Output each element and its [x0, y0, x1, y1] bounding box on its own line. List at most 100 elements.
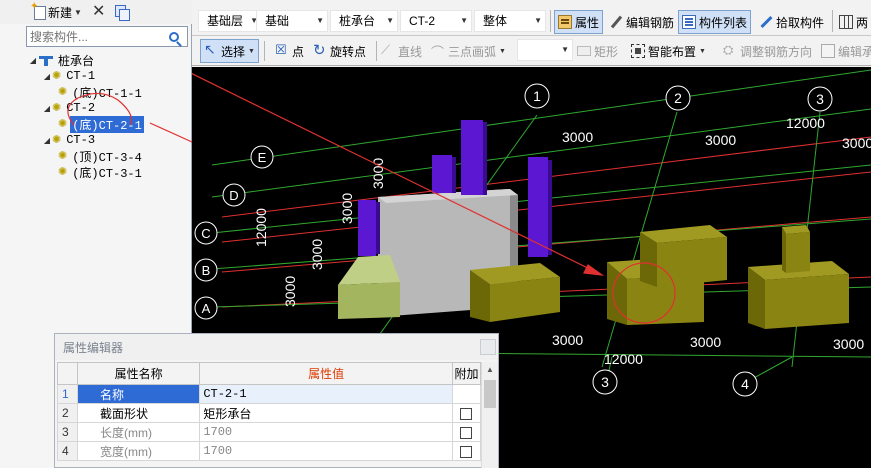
tree-node-ct-3[interactable]: ◢ ✺ CT-3 [42, 132, 97, 148]
axis-bubble-3-bottom: 3 [592, 369, 618, 395]
arc-button[interactable]: 三点画弧 ▼ [428, 39, 509, 63]
category-select-value: 基础 [265, 14, 290, 28]
delete-button[interactable]: ✕ [90, 2, 107, 22]
floor-select[interactable]: 基础层 ▼ [198, 10, 262, 32]
grid-button-label: 两 [856, 15, 869, 30]
edit-pen-icon [609, 15, 623, 29]
component-list-button[interactable]: 构件列表 [678, 10, 752, 34]
dim-label: 12000 [253, 208, 269, 247]
table-row[interactable]: 2 截面形状 矩形承台 [56, 403, 482, 423]
collapse-icon[interactable]: ◢ [28, 56, 38, 65]
edit-rebar-label: 编辑钢筋 [626, 15, 675, 30]
chevron-down-icon: ▼ [561, 45, 569, 54]
row-index: 3 [56, 422, 79, 442]
component-select-value: CT-2 [409, 14, 436, 28]
point-label: 点 [292, 44, 305, 59]
search-input[interactable] [27, 27, 163, 46]
extra-checkbox[interactable] [460, 407, 473, 420]
arc-param-select[interactable]: ▼ [517, 39, 573, 61]
tree-leaf-ct-2-1[interactable]: ✺ (底)CT-2-1 [58, 115, 144, 133]
axis-bubble-4: 4 [732, 371, 758, 397]
property-extra [451, 384, 482, 404]
new-button[interactable]: 新建 ▼ [30, 1, 84, 22]
property-value[interactable]: 1700 [199, 441, 453, 461]
select-label: 选择 [221, 44, 246, 59]
toolbar-divider [376, 41, 377, 61]
dim-label: 12000 [604, 351, 643, 367]
chevron-down-icon: ▼ [460, 16, 468, 25]
adjust-rebar-direction-button[interactable]: 调整钢筋方向 [720, 39, 815, 63]
smart-layout-button[interactable]: 智能布置 ▼ [628, 39, 709, 63]
tree-root[interactable]: ◢ 桩承台 [28, 52, 94, 68]
select-button[interactable]: 选择 ▼ [200, 39, 259, 63]
dim-label: 3000 [690, 334, 721, 350]
axis-bubble-1-label: 1 [533, 88, 541, 104]
component-select[interactable]: CT-2 ▼ [400, 10, 472, 32]
tree-node-ct-2[interactable]: ◢ ✺ CT-2 [42, 100, 97, 116]
pick-component-button[interactable]: 拾取构件 [756, 10, 827, 34]
property-editor-titlebar[interactable]: 属性编辑器 [55, 334, 498, 360]
axis-bubble-a: A [194, 296, 218, 320]
smart-layout-label: 智能布置 [648, 44, 697, 59]
component-gear-icon: ✺ [58, 165, 68, 178]
tree-leaf-ct-3-4[interactable]: ✺ (顶)CT-3-4 [58, 148, 144, 165]
pile[interactable] [528, 157, 552, 257]
adjust-icon [723, 42, 737, 58]
tree-node-ct-1[interactable]: ◢ ✺ CT-1 [42, 68, 97, 84]
olive-stepped-cap[interactable] [748, 225, 849, 329]
collapse-icon[interactable]: ◢ [42, 72, 52, 81]
category-select[interactable]: 基础 ▼ [256, 10, 328, 32]
olive-pile-cap-1[interactable] [470, 263, 560, 322]
rotate-point-label: 旋转点 [330, 44, 367, 59]
vertical-scrollbar[interactable]: ▲ [481, 362, 498, 468]
mode-select[interactable]: 整体 ▼ [474, 10, 546, 32]
table-row[interactable]: 3 长度(mm) 1700 [56, 422, 482, 442]
scrollbar-thumb[interactable] [484, 380, 496, 408]
property-value[interactable]: 矩形承台 [199, 403, 453, 423]
extra-checkbox[interactable] [460, 426, 473, 439]
annotation-arrowhead [583, 264, 605, 276]
point-button[interactable]: 点 [272, 39, 307, 63]
property-extra [451, 441, 482, 461]
tapered-pile-cap[interactable] [338, 255, 400, 319]
smart-layout-icon [631, 44, 645, 58]
search-button[interactable] [163, 27, 185, 46]
property-button[interactable]: 属性 [554, 10, 604, 34]
rect-button[interactable]: 矩形 [574, 39, 621, 63]
pile[interactable] [358, 200, 380, 256]
copy-button[interactable] [113, 2, 131, 22]
draw-toolbar: 选择 ▼ 点 旋转点 直线 三点画弧 ▼ ▼ 矩形 智能布置 ▼ 调整钢筋方向 … [192, 36, 871, 66]
collapse-icon[interactable]: ◢ [42, 104, 52, 113]
pile[interactable] [461, 120, 487, 195]
tree-leaf-ct-1-1[interactable]: ✺ (底)CT-1-1 [58, 84, 144, 101]
edit-cap-button[interactable]: 编辑承 [818, 39, 871, 63]
rotate-point-button[interactable]: 旋转点 [310, 39, 369, 63]
pile[interactable] [432, 155, 456, 193]
dim-label: 3000 [562, 129, 593, 145]
rect-label: 矩形 [594, 44, 619, 59]
olive-pile-cap-back[interactable] [640, 225, 727, 287]
axis-bubble-2: 2 [665, 85, 691, 111]
tree-leaf-ct-3-1[interactable]: ✺ (底)CT-3-1 [58, 164, 144, 181]
property-button-label: 属性 [575, 15, 600, 30]
table-row[interactable]: 4 宽度(mm) 1700 [56, 441, 482, 461]
table-row[interactable]: 1 名称 CT-2-1 [56, 384, 482, 404]
type-select[interactable]: 桩承台 ▼ [330, 10, 398, 32]
property-value[interactable]: 1700 [199, 422, 453, 442]
arc-icon [431, 42, 445, 61]
edit-cap-label: 编辑承 [838, 44, 871, 59]
line-icon [381, 42, 395, 58]
property-name: 名称 [77, 384, 201, 404]
type-select-value: 桩承台 [339, 14, 376, 28]
close-button[interactable] [480, 339, 496, 355]
edit-rebar-button[interactable]: 编辑钢筋 [606, 10, 677, 34]
collapse-icon[interactable]: ◢ [42, 136, 52, 145]
grid-button[interactable]: 两 [836, 10, 871, 34]
toolbar-divider [550, 10, 551, 32]
line-button[interactable]: 直线 [378, 39, 425, 63]
copy-icon [115, 5, 131, 21]
extra-checkbox[interactable] [460, 445, 473, 458]
chevron-down-icon: ▼ [699, 47, 706, 55]
property-value[interactable]: CT-2-1 [199, 384, 453, 404]
scroll-up-arrow-icon[interactable]: ▲ [482, 362, 498, 378]
